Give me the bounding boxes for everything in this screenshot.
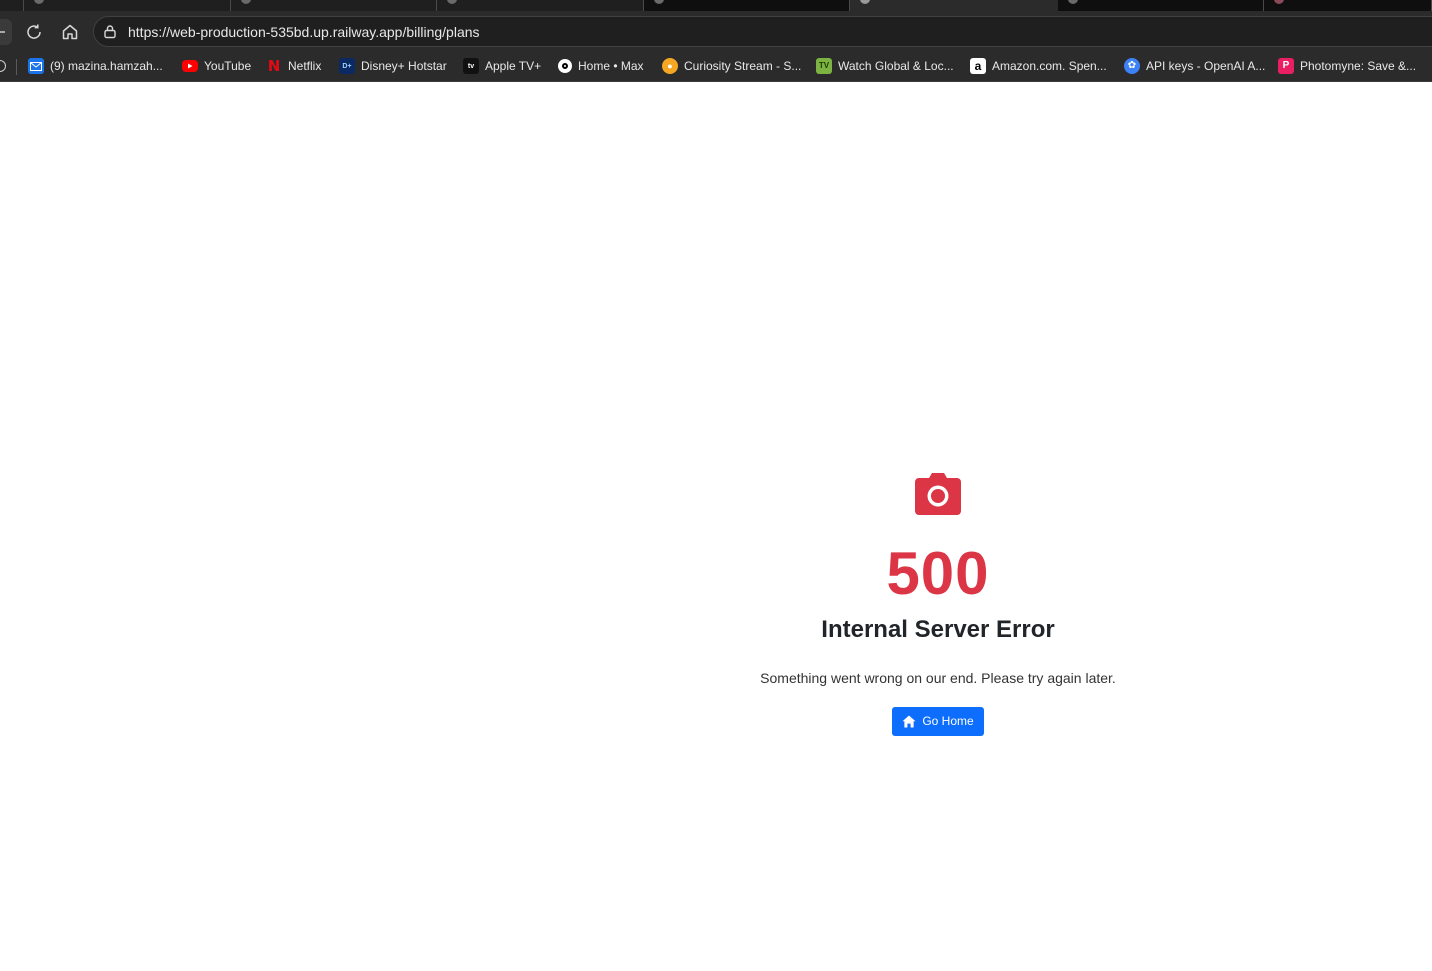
page-content: 500 Internal Server Error Something went… xyxy=(0,82,1432,971)
browser-tab[interactable] xyxy=(231,0,437,11)
back-button[interactable] xyxy=(0,19,12,45)
browser-tab[interactable] xyxy=(0,0,24,11)
photomyne-icon: P xyxy=(1278,58,1294,74)
browser-tab[interactable] xyxy=(644,0,850,11)
amazon-icon: a xyxy=(970,58,986,74)
bookmark-label: Amazon.com. Spen... xyxy=(992,59,1107,73)
back-arrow-icon xyxy=(0,31,5,33)
bookmark-label: API keys - OpenAI A... xyxy=(1146,59,1266,73)
bookmark-label: YouTube xyxy=(204,59,252,73)
home-nav-button[interactable] xyxy=(57,19,83,45)
url-text[interactable]: https://web-production-535bd.up.railway.… xyxy=(128,24,480,40)
error-message: Something went wrong on our end. Please … xyxy=(760,669,1116,686)
bookmark-curiosity-stream[interactable]: ● Curiosity Stream - S... xyxy=(662,51,801,81)
error-panel: 500 Internal Server Error Something went… xyxy=(738,472,1138,736)
bookmark-apple-tv[interactable]: tv Apple TV+ xyxy=(463,51,541,81)
bookmarks-divider xyxy=(16,59,17,75)
disney-hotstar-icon: D+ xyxy=(339,58,355,74)
bookmark-photomyne[interactable]: P Photomyne: Save &... xyxy=(1278,51,1416,81)
refresh-button[interactable] xyxy=(21,19,47,45)
bookmark-label: Photomyne: Save &... xyxy=(1300,59,1417,73)
tab-strip xyxy=(0,0,1432,11)
max-icon xyxy=(558,59,572,73)
bookmark-watch-global[interactable]: TV Watch Global & Loc... xyxy=(816,51,954,81)
bookmark-label: Watch Global & Loc... xyxy=(838,59,954,73)
openai-icon: ✿ xyxy=(1124,58,1140,74)
mail-icon xyxy=(28,58,44,74)
curiosity-stream-icon: ● xyxy=(662,58,678,74)
tv-icon: TV xyxy=(816,58,832,74)
camera-icon xyxy=(915,473,961,515)
bookmark-max[interactable]: Home • Max xyxy=(558,51,644,81)
bookmark-amazon[interactable]: a Amazon.com. Spen... xyxy=(970,51,1107,81)
youtube-icon xyxy=(182,60,198,72)
house-icon xyxy=(902,715,916,728)
bookmark-label: Disney+ Hotstar xyxy=(361,59,447,73)
refresh-icon xyxy=(27,24,41,39)
bookmark-openai[interactable]: ✿ API keys - OpenAI A... xyxy=(1124,51,1265,81)
bookmark-mail[interactable]: (9) mazina.hamzah... xyxy=(28,51,163,81)
apple-tv-icon: tv xyxy=(463,58,479,74)
bookmark-label: Home • Max xyxy=(578,59,644,73)
go-home-label: Go Home xyxy=(922,714,974,729)
bookmark-label: Apple TV+ xyxy=(485,59,542,73)
bookmarks-bar: (9) mazina.hamzah... YouTube N Netflix D… xyxy=(0,51,1432,82)
error-title: Internal Server Error xyxy=(821,616,1055,643)
address-bar[interactable]: https://web-production-535bd.up.railway.… xyxy=(93,16,1432,47)
bookmark-label: Netflix xyxy=(288,59,322,73)
bookmark-partial-icon[interactable] xyxy=(0,60,6,72)
browser-toolbar: https://web-production-535bd.up.railway.… xyxy=(0,11,1432,51)
browser-tab-active[interactable] xyxy=(850,0,1058,11)
browser-tab[interactable] xyxy=(1058,0,1264,11)
error-code: 500 xyxy=(886,540,990,607)
bookmark-netflix[interactable]: N Netflix xyxy=(266,51,322,81)
lock-icon[interactable] xyxy=(103,24,117,39)
bookmark-disney-hotstar[interactable]: D+ Disney+ Hotstar xyxy=(339,51,447,81)
browser-tab[interactable] xyxy=(1264,0,1432,11)
netflix-icon: N xyxy=(267,56,281,75)
home-icon xyxy=(62,24,78,40)
bookmark-youtube[interactable]: YouTube xyxy=(182,51,251,81)
browser-tab[interactable] xyxy=(24,0,231,11)
bookmark-label: Curiosity Stream - S... xyxy=(684,59,802,73)
bookmark-label: (9) mazina.hamzah... xyxy=(50,59,163,73)
browser-tab[interactable] xyxy=(437,0,644,11)
go-home-button[interactable]: Go Home xyxy=(892,706,984,736)
